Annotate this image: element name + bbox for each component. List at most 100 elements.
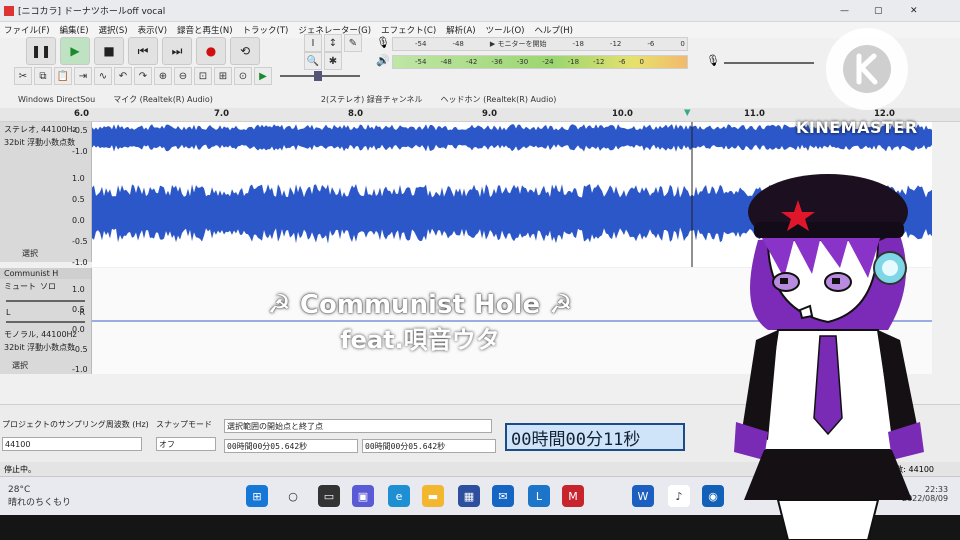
meter-tick: -54: [415, 58, 427, 66]
scale-label: -1.0: [72, 365, 88, 374]
zoom-toggle-icon[interactable]: ⊙: [234, 67, 252, 85]
pause-button[interactable]: ❚❚: [26, 37, 56, 65]
skip-end-button[interactable]: ⏭: [162, 37, 192, 65]
store-icon[interactable]: ▦: [458, 485, 480, 507]
play-button[interactable]: ▶: [60, 37, 90, 65]
draw-tool-icon[interactable]: ✎: [344, 34, 362, 52]
mail-icon[interactable]: ✉: [492, 485, 514, 507]
menu-tracks[interactable]: トラック(T): [243, 24, 289, 36]
record-button[interactable]: ●: [196, 37, 226, 65]
selection-end-field[interactable]: 00時間00分05.642秒: [362, 439, 496, 453]
cap-brim: [754, 222, 904, 238]
kinemaster-watermark: KINEMASTER: [796, 118, 918, 137]
selection-tool-icon[interactable]: I: [304, 34, 322, 52]
audacity-taskbar-icon[interactable]: ◉: [702, 485, 724, 507]
weather-temp: 28°C: [8, 485, 31, 495]
menu-analyze[interactable]: 解析(A): [446, 24, 475, 36]
ruler-tick: 11.0: [744, 109, 765, 119]
track1-select-button[interactable]: 選択: [22, 248, 38, 259]
mic-volume-slider[interactable]: [724, 62, 814, 64]
snap-mode-select[interactable]: オフ: [156, 437, 216, 451]
line-app-icon[interactable]: L: [528, 485, 550, 507]
copy-icon[interactable]: ⧉: [34, 67, 52, 85]
project-rate-select[interactable]: 44100: [2, 437, 142, 451]
video-subtitle-overlay: feat.唄音ウタ: [340, 326, 500, 354]
menu-view[interactable]: 表示(V): [138, 24, 167, 36]
music-app-icon[interactable]: ♪: [668, 485, 690, 507]
envelope-tool-icon[interactable]: ↕: [324, 34, 342, 52]
undo-icon[interactable]: ↶: [114, 67, 132, 85]
menu-help[interactable]: ヘルプ(H): [534, 24, 573, 36]
menu-edit[interactable]: 編集(E): [60, 24, 89, 36]
weather-widget[interactable]: 28°C 晴れのちくもり: [8, 485, 71, 508]
stop-button[interactable]: ■: [94, 37, 124, 65]
menu-file[interactable]: ファイル(F): [4, 24, 50, 36]
fit-selection-icon[interactable]: ⊡: [194, 67, 212, 85]
ruler-tick: 10.0: [612, 109, 633, 119]
playback-meter[interactable]: -54 -48 -42 -36 -30 -24 -18 -12 -6 0: [392, 55, 688, 69]
play-speed-slider[interactable]: [280, 71, 360, 81]
search-icon[interactable]: ○: [282, 485, 304, 507]
audio-position-display[interactable]: 00時間00分11秒: [505, 423, 685, 451]
zoom-out-icon[interactable]: ⊖: [174, 67, 192, 85]
audio-host-select[interactable]: Windows DirectSou: [18, 95, 95, 104]
teams-chat-icon[interactable]: ▣: [352, 485, 374, 507]
scale-label: 0.0: [72, 216, 85, 225]
paste-icon[interactable]: 📋: [54, 67, 72, 85]
recording-channels-select[interactable]: 2(ステレオ) 録音チャンネル: [321, 94, 423, 105]
meter-tick: -24: [542, 58, 554, 66]
menu-select[interactable]: 選択(S): [99, 24, 128, 36]
word-icon[interactable]: W: [632, 485, 654, 507]
transport-toolbar: ❚❚ ▶ ■ ⏮ ⏭ ● ⟲: [26, 36, 264, 66]
meter-tick: -48: [452, 40, 464, 48]
meter-tick: 0: [639, 58, 644, 66]
track2-mute-button[interactable]: ミュート: [4, 281, 36, 292]
scale-label: 0.0: [72, 325, 85, 334]
redo-icon[interactable]: ↷: [134, 67, 152, 85]
silence-icon[interactable]: ∿: [94, 67, 112, 85]
scale-label: 1.0: [72, 285, 85, 294]
menu-effect[interactable]: エフェクト(C): [381, 24, 436, 36]
file-explorer-icon[interactable]: ▬: [422, 485, 444, 507]
meter-tick: -36: [491, 58, 503, 66]
start-menu-icon[interactable]: ⊞: [246, 485, 268, 507]
recording-device-select[interactable]: マイク (Realtek(R) Audio): [113, 94, 213, 105]
track2-solo-button[interactable]: ソロ: [40, 281, 56, 292]
mcafee-icon[interactable]: M: [562, 485, 584, 507]
menu-tools[interactable]: ツール(O): [486, 24, 525, 36]
meter-tick: -42: [465, 58, 478, 66]
start-monitoring-label[interactable]: ▶ モニターを開始: [490, 39, 547, 49]
cut-icon[interactable]: ✂: [14, 67, 32, 85]
skip-start-button[interactable]: ⏮: [128, 37, 158, 65]
edge-browser-icon[interactable]: e: [388, 485, 410, 507]
track2-name-button[interactable]: Communist H: [0, 268, 91, 279]
recording-meter[interactable]: -54 -48 ▶ モニターを開始 -18 -12 -6 0: [392, 37, 688, 51]
ruler-tick: 8.0: [348, 109, 364, 119]
minimize-button[interactable]: —: [840, 6, 849, 16]
track2-select-button[interactable]: 選択: [12, 360, 28, 371]
zoom-in-icon[interactable]: ⊕: [154, 67, 172, 85]
scale-label: 1.0: [72, 174, 85, 183]
pan-left-label: L: [6, 308, 11, 317]
audio-position-value: 00時間00分11秒: [511, 429, 641, 450]
menu-transport[interactable]: 録音と再生(N): [177, 24, 233, 36]
device-toolbar: Windows DirectSou マイク (Realtek(R) Audio)…: [0, 90, 960, 108]
snap-mode-label: スナップモード: [156, 420, 212, 429]
playback-device-select[interactable]: ヘッドホン (Realtek(R) Audio): [441, 94, 557, 105]
character-illustration: [734, 174, 924, 540]
track1-scale-top: -0.5 -1.0: [72, 126, 92, 156]
selection-start-field[interactable]: 00時間00分05.642秒: [224, 439, 358, 453]
selection-mode-select[interactable]: 選択範囲の開始点と終了点: [224, 419, 492, 433]
right-pupil: [832, 278, 840, 284]
trim-icon[interactable]: ⇥: [74, 67, 92, 85]
video-title-overlay: ☭ Communist Hole ☭: [267, 290, 573, 320]
maximize-button[interactable]: ▢: [874, 6, 883, 16]
loop-button[interactable]: ⟲: [230, 37, 260, 65]
close-button[interactable]: ✕: [910, 6, 918, 16]
play-at-speed-icon[interactable]: ▶: [254, 67, 272, 85]
playhead-marker-icon[interactable]: ▼: [684, 108, 691, 118]
fit-project-icon[interactable]: ⊞: [214, 67, 232, 85]
meter-tick: -6: [647, 40, 655, 48]
task-view-icon[interactable]: ▭: [318, 485, 340, 507]
track1-scale-bottom: 1.0 0.5 0.0 -0.5 -1.0: [72, 168, 92, 273]
